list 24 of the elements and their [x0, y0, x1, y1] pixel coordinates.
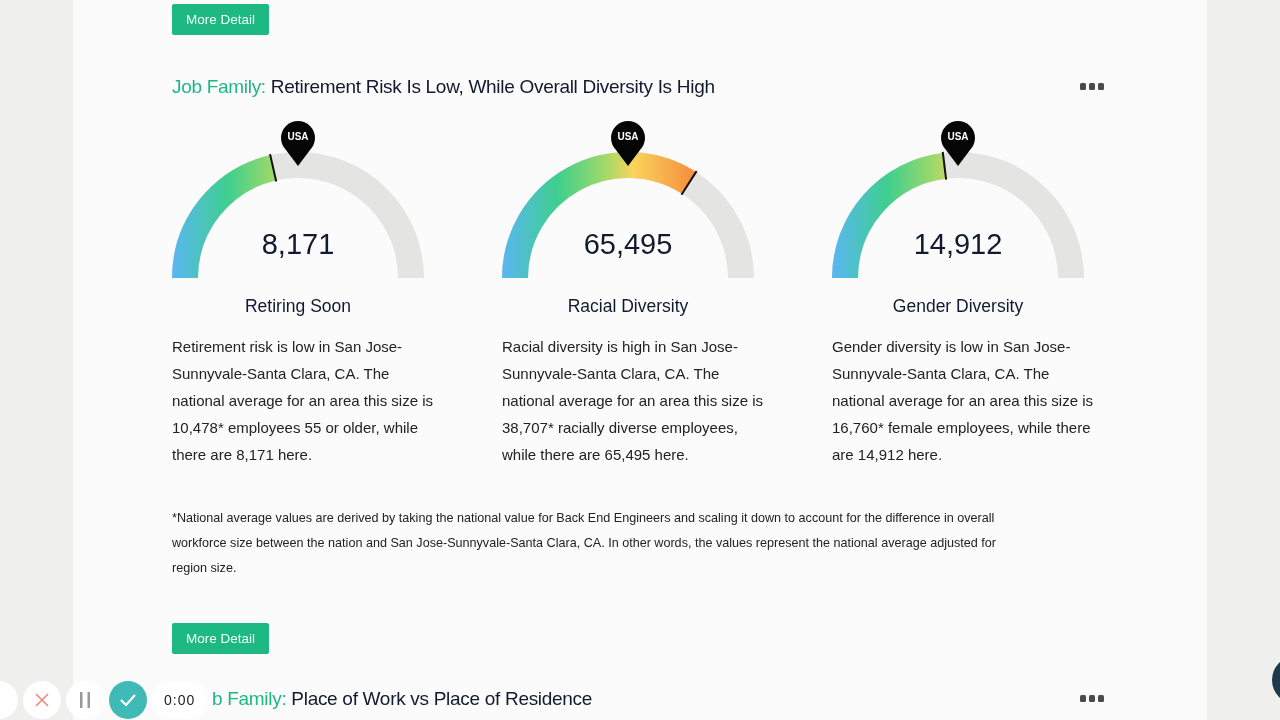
gauge-description: Racial diversity is high in San Jose-Sunnyvale-Santa Clara, CA. The national average for an area this size is 38,707* racially diverse employees, while there are 65,495 here. [502, 337, 764, 465]
gauge-description: Gender diversity is low in San Jose-Sunnyvale-Santa Clara, CA. The national average for an area this size is 16,760* female employees, while there are 14,912 here. [832, 337, 1094, 465]
gauge-value: 14,912 [912, 228, 1004, 261]
gauge-value: 8,171 [260, 228, 336, 261]
more-options-icon[interactable] [1080, 695, 1104, 703]
gauge-label: Retiring Soon [243, 296, 352, 317]
gauge-label: Racial Diversity [566, 296, 690, 317]
footnote: *National average values are derived by taking the national value for Back End Engineers and scaling it down to account for the difference in overall workforce size between the nation and San Jose-Sunnyvale-Santa Clara, CA. In other words, the values represent the national average adjusted for region size. [172, 510, 997, 577]
section-title: Job Family: Retirement Risk Is Low, While Overall Diversity Is High [172, 76, 715, 98]
more-options-icon[interactable] [1080, 83, 1104, 91]
more-detail-button[interactable]: More Detail [172, 4, 270, 35]
section-title: b Family: Place of Work vs Place of Residence [212, 688, 593, 710]
marker-pin-icon [281, 121, 315, 166]
gauge-label: Gender Diversity [891, 296, 1025, 317]
marker-label: USA [947, 131, 969, 142]
marker-label: USA [287, 131, 309, 142]
marker-pin-icon [611, 121, 645, 166]
marker-label: USA [617, 131, 639, 142]
more-detail-button[interactable]: More Detail [172, 623, 270, 654]
marker-pin-icon [941, 121, 975, 166]
gauge-value: 65,495 [582, 228, 674, 261]
checkmark-icon[interactable] [109, 681, 147, 719]
close-icon[interactable] [23, 681, 61, 719]
gauge-description: Retirement risk is low in San Jose-Sunnyvale-Santa Clara, CA. The national average for an area this size is 10,478* employees 55 or older, while there are 8,171 here. [172, 337, 434, 465]
